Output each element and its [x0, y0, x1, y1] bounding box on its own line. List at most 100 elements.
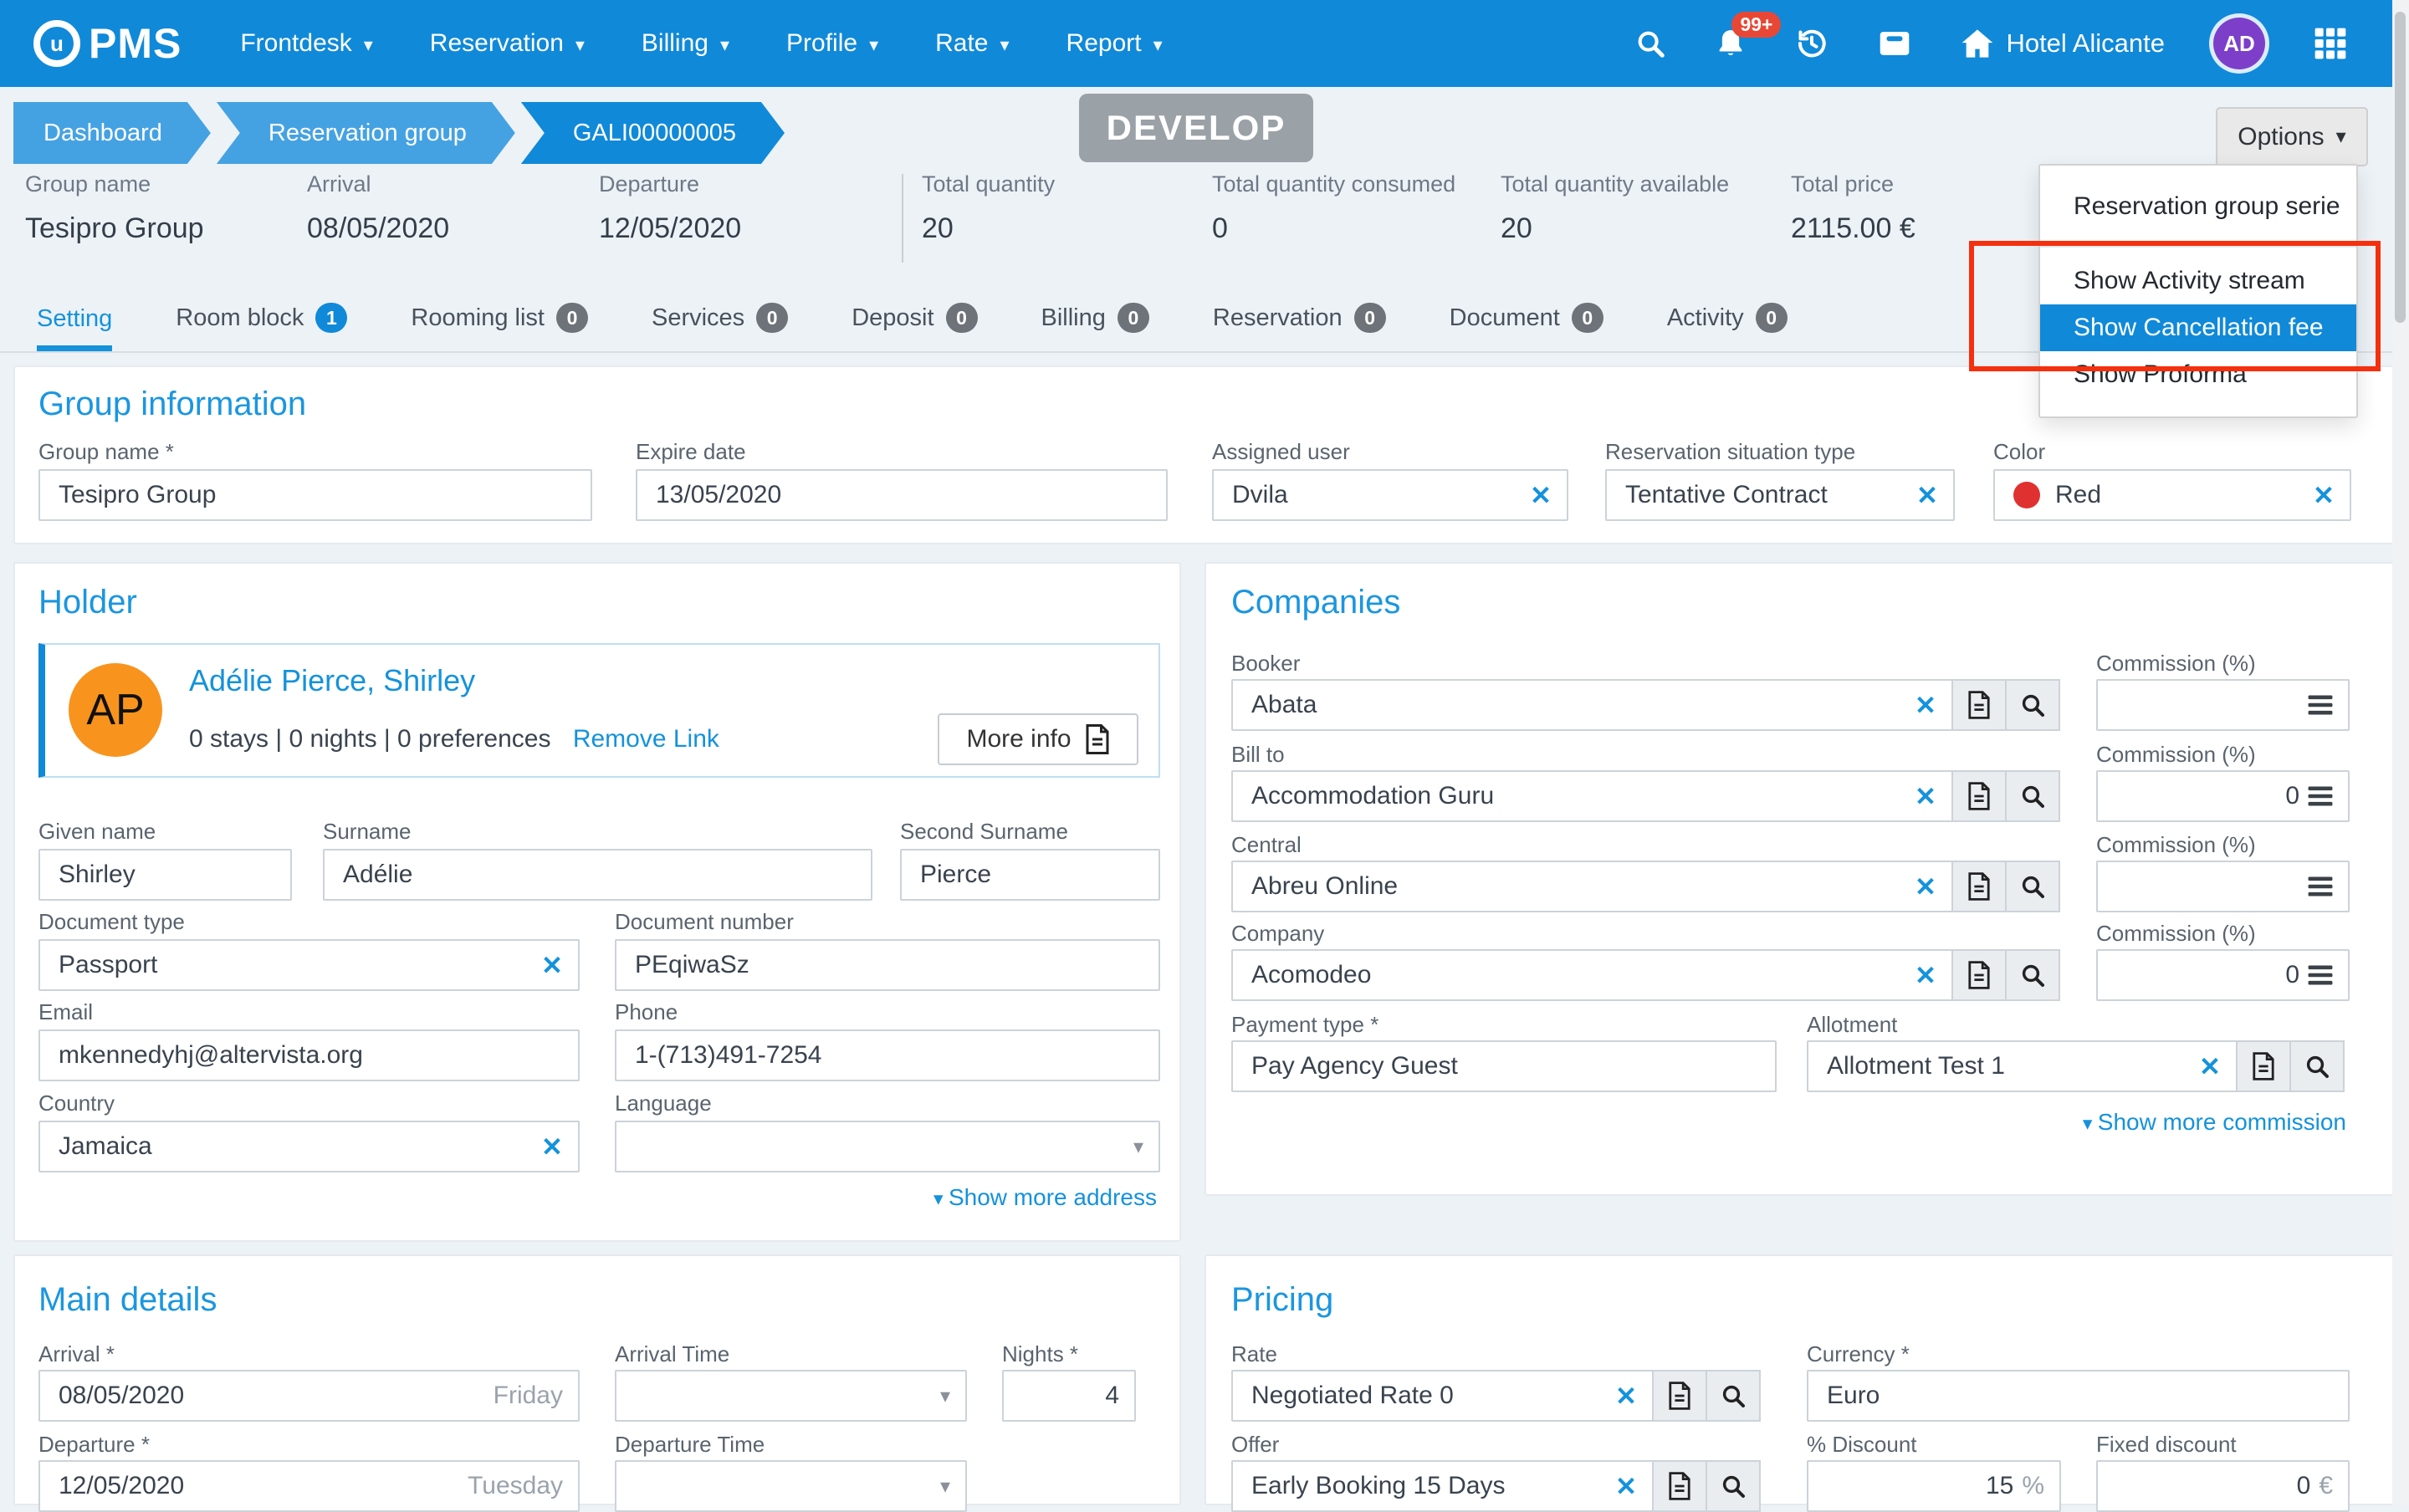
show-more-commission-link[interactable]: Show more commission — [2083, 1109, 2346, 1136]
allotment-search-button[interactable] — [2289, 1040, 2345, 1092]
offer-document-button[interactable] — [1652, 1460, 1707, 1512]
expire-date-input[interactable]: 13/05/2020 — [636, 469, 1168, 521]
clear-icon[interactable] — [541, 953, 563, 978]
menu-profile[interactable]: Profile — [786, 29, 878, 58]
central-input[interactable]: Abreu Online — [1231, 861, 1953, 912]
booker-commission-input[interactable] — [2096, 679, 2350, 731]
company-input[interactable]: Acomodeo — [1231, 949, 1953, 1001]
central-search-button[interactable] — [2005, 861, 2060, 912]
offer-search-button[interactable] — [1706, 1460, 1761, 1512]
situation-type-input[interactable]: Tentative Contract — [1605, 469, 1955, 521]
bill-to-profile-button[interactable] — [1951, 770, 2007, 822]
surname-input[interactable]: Adélie — [323, 849, 872, 901]
menu-billing[interactable]: Billing — [642, 29, 729, 58]
notifications-bell-icon[interactable]: 99+ — [1715, 27, 1747, 60]
allotment-document-button[interactable] — [2236, 1040, 2291, 1092]
central-commission-input[interactable] — [2096, 861, 2350, 912]
user-avatar[interactable]: AD — [2213, 18, 2265, 69]
arrival-time-select[interactable] — [615, 1370, 967, 1422]
offer-input[interactable]: Early Booking 15 Days — [1231, 1460, 1654, 1512]
central-profile-button[interactable] — [1951, 861, 2007, 912]
fixed-discount-input[interactable]: 0 € — [2096, 1460, 2350, 1512]
tab-deposit[interactable]: Deposit 0 — [852, 303, 977, 351]
breadcrumb-current-id[interactable]: GALI00000005 — [521, 102, 785, 164]
document-number-input[interactable]: PEqiwaSz — [615, 939, 1160, 991]
tab-services[interactable]: Services 0 — [652, 303, 788, 351]
remove-link[interactable]: Remove Link — [573, 725, 719, 753]
clear-icon[interactable] — [1915, 963, 1936, 988]
clear-icon[interactable] — [1615, 1474, 1637, 1499]
hamburger-menu-icon[interactable] — [2308, 964, 2333, 986]
clear-icon[interactable] — [1915, 692, 1936, 718]
color-input[interactable]: Red — [1993, 469, 2351, 521]
nights-input[interactable]: 4 — [1002, 1370, 1136, 1422]
currency-input[interactable]: Euro — [1807, 1370, 2350, 1422]
discount-pct-input[interactable]: 15 % — [1807, 1460, 2061, 1512]
hamburger-menu-icon[interactable] — [2308, 785, 2333, 807]
email-input[interactable]: mkennedyhj@altervista.org — [38, 1029, 580, 1081]
menu-report[interactable]: Report — [1066, 29, 1163, 58]
rate-input[interactable]: Negotiated Rate 0 — [1231, 1370, 1654, 1422]
history-icon[interactable] — [1795, 27, 1828, 60]
clear-icon[interactable] — [1915, 784, 1936, 810]
clear-icon[interactable] — [2199, 1054, 2221, 1080]
tab-activity[interactable]: Activity 0 — [1667, 303, 1788, 351]
clear-icon[interactable] — [2313, 483, 2335, 508]
search-icon[interactable] — [1634, 28, 1666, 59]
booker-profile-button[interactable] — [1951, 679, 2007, 731]
arrival-date-input[interactable]: 08/05/2020 Friday — [38, 1370, 580, 1422]
more-info-button[interactable]: More info — [938, 713, 1138, 765]
group-name-input[interactable]: Tesipro Group — [38, 469, 592, 521]
clear-icon[interactable] — [1530, 483, 1552, 508]
tab-reservation[interactable]: Reservation 0 — [1213, 303, 1386, 351]
clear-icon[interactable] — [541, 1134, 563, 1160]
assigned-user-input[interactable]: Dvila — [1212, 469, 1568, 521]
clear-icon[interactable] — [1915, 874, 1936, 900]
country-input[interactable]: Jamaica — [38, 1121, 580, 1172]
phone-input[interactable]: 1-(713)491-7254 — [615, 1029, 1160, 1081]
app-logo[interactable]: u PMS — [33, 19, 182, 68]
tab-setting[interactable]: Setting — [37, 305, 112, 351]
hamburger-menu-icon[interactable] — [2308, 876, 2333, 897]
menu-frontdesk[interactable]: Frontdesk — [240, 29, 372, 58]
given-name-input[interactable]: Shirley — [38, 849, 292, 901]
rate-search-button[interactable] — [1706, 1370, 1761, 1422]
departure-date-input[interactable]: 12/05/2020 Tuesday — [38, 1460, 580, 1512]
menu-item-reservation-group-serie[interactable]: Reservation group serie — [2040, 177, 2356, 236]
tab-room-block[interactable]: Room block 1 — [176, 303, 347, 351]
tab-document[interactable]: Document 0 — [1450, 303, 1603, 351]
second-surname-input[interactable]: Pierce — [900, 849, 1160, 901]
booker-search-button[interactable] — [2005, 679, 2060, 731]
apps-grid-icon[interactable] — [2314, 27, 2347, 60]
clear-icon[interactable] — [1916, 483, 1938, 508]
menu-reservation[interactable]: Reservation — [430, 29, 585, 58]
company-commission-input[interactable]: 0 — [2096, 949, 2350, 1001]
booker-input[interactable]: Abata — [1231, 679, 1953, 731]
menu-item-show-cancellation-fee[interactable]: Show Cancellation fee — [2040, 304, 2356, 351]
clear-icon[interactable] — [1615, 1383, 1637, 1409]
language-select[interactable] — [615, 1121, 1160, 1172]
holder-name-link[interactable]: Adélie Pierce, Shirley — [189, 663, 475, 698]
breadcrumb-reservation-group[interactable]: Reservation group — [217, 102, 515, 164]
page-scrollbar[interactable] — [2392, 0, 2409, 1505]
options-button[interactable]: Options — [2216, 107, 2368, 166]
departure-time-select[interactable] — [615, 1460, 967, 1512]
company-profile-button[interactable] — [1951, 949, 2007, 1001]
menu-item-show-activity-stream[interactable]: Show Activity stream — [2040, 258, 2356, 304]
bill-to-input[interactable]: Accommodation Guru — [1231, 770, 1953, 822]
bill-to-search-button[interactable] — [2005, 770, 2060, 822]
breadcrumb-dashboard[interactable]: Dashboard — [13, 102, 211, 164]
show-more-address-link[interactable]: Show more address — [933, 1184, 1157, 1211]
menu-item-show-proforma[interactable]: Show Proforma — [2040, 351, 2356, 398]
bill-to-commission-input[interactable]: 0 — [2096, 770, 2350, 822]
current-hotel[interactable]: Hotel Alicante — [1961, 28, 2165, 59]
scrollbar-thumb[interactable] — [2395, 12, 2406, 323]
rate-document-button[interactable] — [1652, 1370, 1707, 1422]
allotment-input[interactable]: Allotment Test 1 — [1807, 1040, 2238, 1092]
hamburger-menu-icon[interactable] — [2308, 694, 2333, 716]
company-search-button[interactable] — [2005, 949, 2060, 1001]
menu-rate[interactable]: Rate — [935, 29, 1009, 58]
inbox-icon[interactable] — [1877, 28, 1912, 59]
tab-billing[interactable]: Billing 0 — [1041, 303, 1149, 351]
tab-rooming-list[interactable]: Rooming list 0 — [411, 303, 588, 351]
